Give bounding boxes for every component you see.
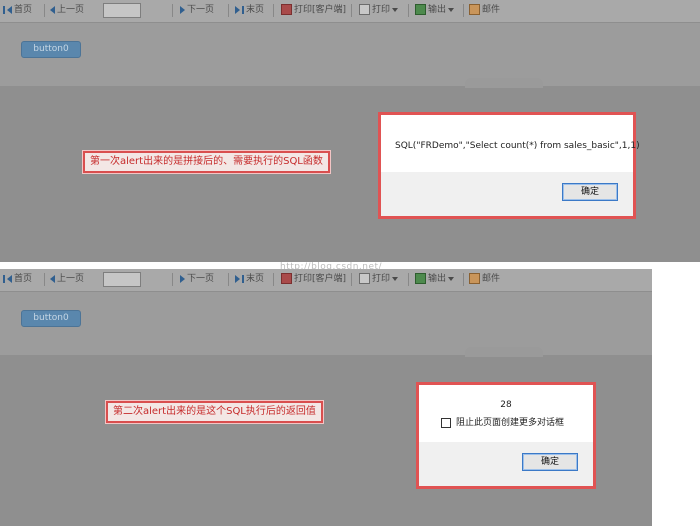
- prev-page-icon: [50, 274, 55, 283]
- screenshot-panel-1: 首页 上一页 下一页 末页 打印[客户端] 打印 输出 邮件 button0 第…: [0, 0, 700, 262]
- prev-page-label: 上一页: [57, 274, 85, 284]
- suppress-dialogs-checkbox[interactable]: 阻止此页面创建更多对话框: [441, 415, 564, 428]
- export-icon: [415, 4, 426, 15]
- first-page-icon: [3, 5, 5, 14]
- print-client-label: 打印[客户端]: [294, 5, 347, 15]
- toolbar-divider: [408, 273, 409, 286]
- export-menu-button[interactable]: 输出: [415, 273, 455, 286]
- toolbar-divider: [463, 4, 464, 17]
- export-icon: [415, 273, 426, 284]
- email-label: 邮件: [482, 5, 501, 15]
- last-page-label: 末页: [246, 274, 265, 284]
- prev-page-icon: [50, 5, 55, 14]
- next-page-icon: [180, 5, 185, 14]
- toolbar-divider: [408, 4, 409, 17]
- prev-page-button[interactable]: 上一页: [50, 4, 84, 17]
- export-label: 输出: [428, 5, 447, 15]
- next-page-label: 下一页: [187, 5, 215, 15]
- annotation-label: 第二次alert出来的是这个SQL执行后的返回值: [106, 401, 323, 423]
- print-client-button[interactable]: 打印[客户端]: [281, 273, 346, 286]
- toolbar-divider: [463, 273, 464, 286]
- toolbar-divider: [351, 4, 352, 17]
- report-button[interactable]: button0: [21, 41, 81, 58]
- next-page-label: 下一页: [187, 274, 215, 284]
- first-page-button[interactable]: 首页: [3, 273, 32, 286]
- printer-icon: [359, 273, 370, 284]
- annotation-label: 第一次alert出来的是拼接后的、需要执行的SQL函数: [83, 151, 330, 173]
- first-page-label: 首页: [14, 274, 33, 284]
- prev-page-label: 上一页: [57, 5, 85, 15]
- page-number-input[interactable]: [103, 3, 141, 18]
- alert-dialog: 28 阻止此页面创建更多对话框 确定: [416, 382, 596, 489]
- email-button[interactable]: 邮件: [469, 273, 500, 286]
- first-page-arrow-icon: [7, 274, 12, 283]
- export-label: 输出: [428, 274, 447, 284]
- toolbar-divider: [228, 273, 229, 286]
- pdf-print-icon: [281, 273, 292, 284]
- toolbar-divider: [172, 273, 173, 286]
- chevron-down-icon: [448, 276, 455, 281]
- toolbar-divider: [273, 273, 274, 286]
- screenshot-panel-2: 首页 上一页 下一页 末页 打印[客户端] 打印 输出 邮件 button0 第…: [0, 269, 700, 526]
- first-page-arrow-icon: [7, 5, 12, 14]
- chevron-down-icon: [448, 7, 455, 12]
- pdf-print-icon: [281, 4, 292, 15]
- last-page-arrow-icon: [235, 274, 240, 283]
- toolbar-divider: [351, 273, 352, 286]
- last-page-label: 末页: [246, 5, 265, 15]
- print-menu-button[interactable]: 打印: [359, 273, 399, 286]
- ok-button[interactable]: 确定: [522, 453, 578, 471]
- collapse-tab[interactable]: [465, 347, 543, 357]
- page-number-input[interactable]: [103, 272, 141, 287]
- alert-message: 28: [500, 400, 512, 410]
- toolbar-divider: [172, 4, 173, 17]
- alert-dialog: SQL("FRDemo","Select count(*) from sales…: [378, 112, 640, 219]
- chevron-down-icon: [392, 276, 399, 281]
- checkbox-icon[interactable]: [441, 417, 451, 428]
- first-page-icon: [3, 274, 5, 283]
- last-page-icon: [242, 274, 244, 283]
- toolbar-divider: [273, 4, 274, 17]
- email-label: 邮件: [482, 274, 501, 284]
- prev-page-button[interactable]: 上一页: [50, 273, 84, 286]
- report-toolbar: 首页 上一页 下一页 末页 打印[客户端] 打印 输出 邮件: [0, 0, 700, 23]
- chevron-down-icon: [392, 7, 399, 12]
- report-button[interactable]: button0: [21, 310, 81, 327]
- last-page-button[interactable]: 末页: [235, 4, 264, 17]
- toolbar-divider: [44, 4, 45, 17]
- panel-2-background: 首页 上一页 下一页 末页 打印[客户端] 打印 输出 邮件 button0 第…: [0, 269, 652, 526]
- toolbar-divider: [44, 273, 45, 286]
- next-page-icon: [180, 274, 185, 283]
- print-client-label: 打印[客户端]: [294, 274, 347, 284]
- next-page-button[interactable]: 下一页: [180, 4, 214, 17]
- report-toolbar: 首页 上一页 下一页 末页 打印[客户端] 打印 输出 邮件: [0, 269, 652, 292]
- print-label: 打印: [372, 5, 391, 15]
- mail-icon: [469, 4, 480, 15]
- print-client-button[interactable]: 打印[客户端]: [281, 4, 346, 17]
- last-page-arrow-icon: [235, 5, 240, 14]
- checkbox-label: 阻止此页面创建更多对话框: [456, 418, 565, 428]
- alert-message: SQL("FRDemo","Select count(*) from sales…: [395, 141, 640, 151]
- next-page-button[interactable]: 下一页: [180, 273, 214, 286]
- ok-button[interactable]: 确定: [562, 183, 618, 201]
- dialog-footer: 确定: [419, 442, 593, 486]
- printer-icon: [359, 4, 370, 15]
- dialog-footer: 确定: [381, 172, 633, 216]
- first-page-button[interactable]: 首页: [3, 4, 32, 17]
- print-label: 打印: [372, 274, 391, 284]
- first-page-label: 首页: [14, 5, 33, 15]
- email-button[interactable]: 邮件: [469, 4, 500, 17]
- toolbar-divider: [228, 4, 229, 17]
- collapse-tab[interactable]: [465, 78, 543, 88]
- mail-icon: [469, 273, 480, 284]
- last-page-button[interactable]: 末页: [235, 273, 264, 286]
- last-page-icon: [242, 5, 244, 14]
- export-menu-button[interactable]: 输出: [415, 4, 455, 17]
- print-menu-button[interactable]: 打印: [359, 4, 399, 17]
